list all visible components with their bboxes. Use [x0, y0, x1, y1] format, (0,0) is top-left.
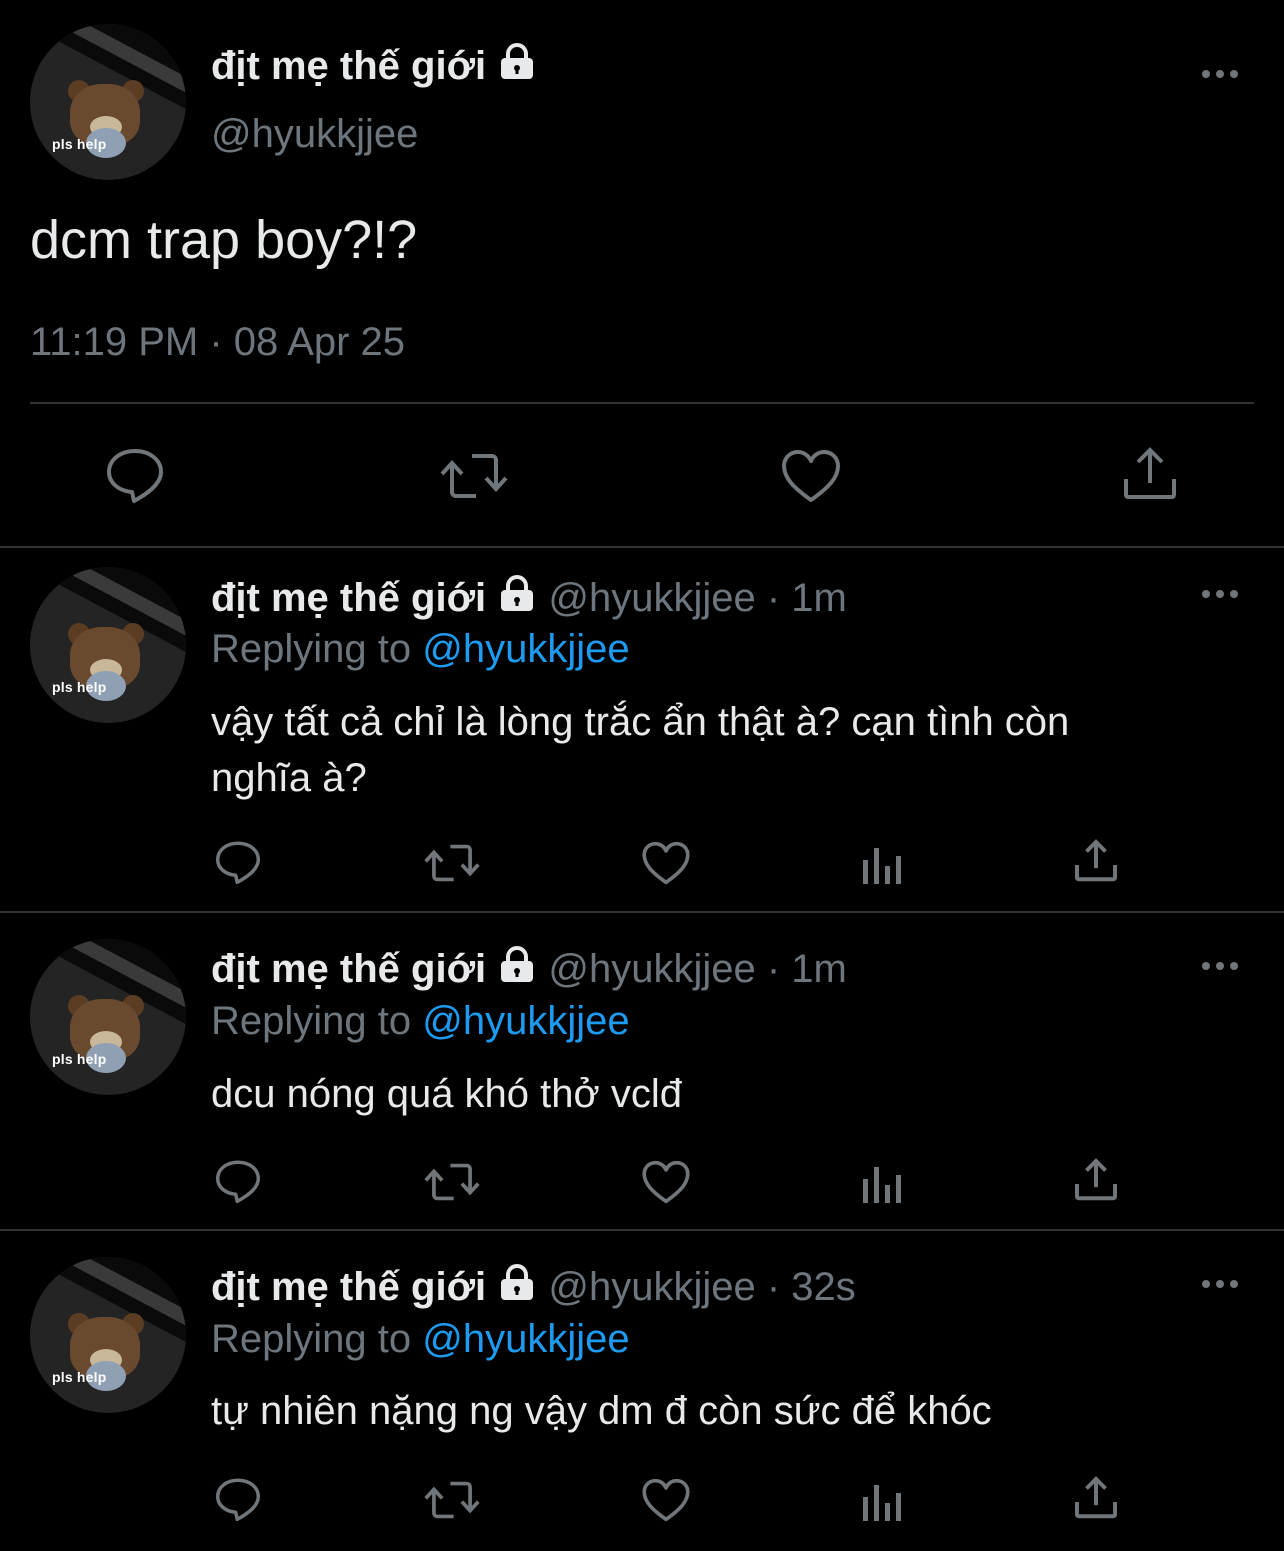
analytics-icon[interactable]	[860, 1479, 904, 1523]
display-name[interactable]: địt mẹ thế giới	[211, 576, 486, 620]
share-icon[interactable]	[1072, 1475, 1120, 1521]
lock-icon	[497, 946, 537, 982]
like-icon[interactable]	[641, 840, 691, 886]
lock-icon	[497, 43, 537, 79]
more-icon[interactable]	[1200, 68, 1240, 80]
reply-icon[interactable]	[103, 445, 167, 505]
retweet-icon[interactable]	[424, 1477, 480, 1523]
retweet-icon[interactable]	[440, 448, 508, 504]
handle[interactable]: @hyukkjjee	[211, 108, 418, 160]
tweet-text: tự nhiên nặng ng vậy dm đ còn sức để khó…	[211, 1383, 1251, 1439]
replying-to-link[interactable]: @hyukkjjee	[422, 999, 629, 1043]
tweet-text-line: nghĩa à?	[211, 756, 367, 800]
replying-to: Replying to @hyukkjjee	[211, 995, 630, 1047]
share-icon[interactable]	[1072, 838, 1120, 884]
tweet-text-line: dcu nóng quá khó thở vclđ	[211, 1072, 682, 1116]
avatar-caption: pls help	[52, 679, 107, 695]
relative-time[interactable]: 1m	[791, 576, 847, 620]
analytics-icon[interactable]	[860, 842, 904, 886]
share-icon[interactable]	[1072, 1157, 1120, 1203]
divider	[0, 546, 1284, 548]
timestamp: 11:19 PM · 08 Apr 25	[30, 320, 406, 364]
like-icon[interactable]	[780, 448, 842, 504]
handle[interactable]: @hyukkjjee	[548, 947, 755, 991]
divider	[0, 1229, 1284, 1231]
display-name[interactable]: địt mẹ thế giới	[211, 947, 486, 991]
tweet-text: dcm trap boy?!?	[30, 210, 418, 270]
avatar[interactable]: pls help	[30, 24, 186, 180]
replying-to: Replying to @hyukkjjee	[211, 623, 630, 675]
handle[interactable]: @hyukkjjee	[548, 576, 755, 620]
tweet-header: địt mẹ thế giới @hyukkjjee · 32s	[211, 1264, 856, 1309]
analytics-icon[interactable]	[860, 1161, 904, 1205]
replying-to-link[interactable]: @hyukkjjee	[422, 627, 629, 671]
replying-to-link[interactable]: @hyukkjjee	[422, 1317, 629, 1361]
like-icon[interactable]	[641, 1159, 691, 1205]
share-icon[interactable]	[1120, 445, 1180, 503]
relative-time[interactable]: 1m	[791, 947, 847, 991]
retweet-icon[interactable]	[424, 840, 480, 886]
more-icon[interactable]	[1200, 960, 1240, 972]
tweet-text: dcu nóng quá khó thở vclđ	[211, 1066, 1251, 1122]
tweet-header: địt mẹ thế giới @hyukkjjee · 1m	[211, 946, 847, 991]
retweet-icon[interactable]	[424, 1159, 480, 1205]
avatar-caption: pls help	[52, 1369, 107, 1385]
tweet-header: địt mẹ thế giới @hyukkjjee · 1m	[211, 575, 847, 620]
display-name[interactable]: địt mẹ thế giới	[211, 1265, 486, 1309]
display-name[interactable]: địt mẹ thế giới	[211, 44, 486, 88]
replying-to-label: Replying to	[211, 1317, 423, 1361]
display-name-row[interactable]: địt mẹ thế giới	[211, 40, 537, 92]
reply-icon[interactable]	[213, 1475, 263, 1523]
lock-icon	[497, 575, 537, 611]
avatar[interactable]: pls help	[30, 1257, 186, 1413]
tweet-text: vậy tất cả chỉ là lòng trắc ẩn thật à? c…	[211, 694, 1251, 806]
tweet-text-line: tự nhiên nặng ng vậy dm đ còn sức để khó…	[211, 1389, 992, 1433]
avatar-caption: pls help	[52, 1051, 107, 1067]
replying-to: Replying to @hyukkjjee	[211, 1313, 630, 1365]
divider	[0, 911, 1284, 913]
tweet-text-line: vậy tất cả chỉ là lòng trắc ẩn thật à? c…	[211, 700, 1070, 744]
reply-icon[interactable]	[213, 838, 263, 886]
avatar[interactable]: pls help	[30, 567, 186, 723]
relative-time[interactable]: 32s	[791, 1265, 856, 1309]
more-icon[interactable]	[1200, 588, 1240, 600]
replying-to-label: Replying to	[211, 627, 423, 671]
avatar-caption: pls help	[52, 136, 107, 152]
handle[interactable]: @hyukkjjee	[548, 1265, 755, 1309]
avatar[interactable]: pls help	[30, 939, 186, 1095]
replying-to-label: Replying to	[211, 999, 423, 1043]
lock-icon	[497, 1264, 537, 1300]
more-icon[interactable]	[1200, 1278, 1240, 1290]
reply-icon[interactable]	[213, 1157, 263, 1205]
like-icon[interactable]	[641, 1477, 691, 1523]
divider	[30, 402, 1254, 404]
